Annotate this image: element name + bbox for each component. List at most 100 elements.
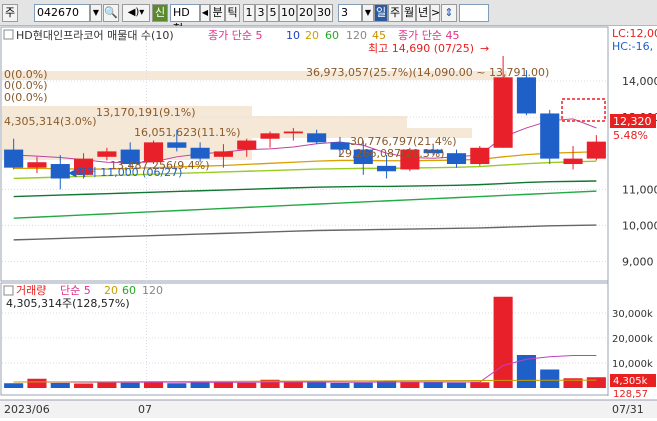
volume-bar <box>190 382 210 388</box>
tick-button[interactable]: 틱 <box>225 4 240 22</box>
candle-body <box>563 158 583 165</box>
x-axis-label-07: 07 <box>138 403 152 416</box>
ma-label-10: 10 <box>286 29 300 42</box>
price-tick-label: 14,000 <box>622 75 657 88</box>
volume-ma20-label: 20 <box>104 284 118 297</box>
x-axis-label-start: 2023/06 <box>4 403 50 416</box>
candle-body <box>237 140 257 150</box>
hc-label: HC:-16, <box>612 40 653 53</box>
volume-profile-label: 16,051,623(11.1%) <box>134 126 241 139</box>
period-1-button[interactable]: 1 <box>243 4 255 22</box>
volume-bar <box>493 296 513 388</box>
candle-body <box>50 164 70 179</box>
week-button[interactable]: 주 <box>388 4 402 22</box>
period-10-button[interactable]: 10 <box>279 4 297 22</box>
volume-bar <box>4 383 24 388</box>
volume-bar <box>237 382 257 388</box>
volume-profile-label: 36,973,057(25.7%)(14,090.00 ~ 13,791.00) <box>306 66 549 79</box>
volume-bar <box>353 382 373 388</box>
toolbar: 주 042670 ▼ 🔍 ◀)▾ 신 HD현 ◀ 분 틱 1 3 5 10 20… <box>0 0 657 35</box>
stock-name-field: HD현 <box>170 4 200 35</box>
volume-bar <box>167 383 187 388</box>
volume-bar <box>400 382 420 388</box>
ma-label: 종가 단순 5 <box>208 29 262 42</box>
volume-bar <box>516 355 536 388</box>
period-3-button[interactable]: 3 <box>255 4 267 22</box>
period-30-button[interactable]: 30 <box>315 4 333 22</box>
collapse-icon <box>3 29 14 40</box>
period-5-button[interactable]: 5 <box>267 4 279 22</box>
volume-tick-label: 20,000k <box>612 334 653 345</box>
volume-bar <box>27 378 47 388</box>
volume-profile-band <box>2 138 252 150</box>
volume-ma120-label: 120 <box>142 284 163 297</box>
ma-label-20: 20 <box>305 29 319 42</box>
candle-body <box>190 147 210 159</box>
next-arrow-icon[interactable]: > <box>430 4 440 22</box>
volume-value-label: 4,305,314주(128,57%) <box>6 297 130 310</box>
volume-bar <box>283 381 303 388</box>
search-icon[interactable]: 🔍 <box>103 4 119 22</box>
volume-bar <box>120 382 140 388</box>
month-button[interactable]: 월 <box>402 4 416 22</box>
code-input[interactable]: 042670 <box>34 4 90 22</box>
volume-ma60-label: 60 <box>122 284 136 297</box>
updown-icon[interactable]: ⇕ <box>441 4 457 22</box>
last-pct-label: 5.48% <box>613 129 648 142</box>
candle-body <box>283 131 303 134</box>
volume-bar <box>586 377 606 388</box>
ma-label-60: 60 <box>325 29 339 42</box>
market-select[interactable]: 주 <box>2 4 18 22</box>
minute-button[interactable]: 분 <box>210 4 225 22</box>
last-volume-label: 4,305k <box>613 376 648 387</box>
high-arrow-icon: → <box>480 42 489 55</box>
candle-body <box>27 162 47 168</box>
day-button[interactable]: 일 <box>374 4 388 22</box>
candle-body <box>516 77 536 114</box>
candle-body <box>260 133 280 139</box>
volume-tick-label: 30,000k <box>612 309 653 320</box>
chart-area[interactable]: 14,00013,00011,00010,0009,000 30,000k20,… <box>0 26 657 418</box>
speaker-icon[interactable]: ◀)▾ <box>122 4 150 22</box>
volume-collapse-icon <box>3 285 14 296</box>
candle-body <box>540 113 560 159</box>
volume-bar <box>74 383 94 388</box>
candle-body <box>213 151 233 157</box>
ma-label-2: 종가 단순 45 <box>398 29 459 42</box>
prev-arrow-icon[interactable]: ◀ <box>200 4 210 22</box>
ma-label-120: 120 <box>346 29 367 42</box>
price-tick-label: 9,000 <box>622 256 654 269</box>
chart-svg[interactable]: 14,00013,00011,00010,0009,000 30,000k20,… <box>0 26 657 418</box>
lc-label: LC:12,00 <box>612 27 657 40</box>
volume-bar <box>50 383 70 388</box>
candle-body <box>446 153 467 165</box>
volume-bar <box>330 383 350 388</box>
last-volume-pct: 128,57 <box>613 389 648 400</box>
volume-profile-label: 0(0.0%) <box>4 91 48 104</box>
volume-bar <box>213 382 233 388</box>
code-dropdown-icon[interactable]: ▼ <box>90 4 102 22</box>
candle-body <box>167 142 187 148</box>
interval-dropdown-icon[interactable]: ▼ <box>362 4 374 22</box>
volume-profile-label: 13,487,256(9.4%) <box>110 159 210 172</box>
price-panel-title: HD현대인프라코어 매물대 수(10) <box>16 29 174 42</box>
candle-body <box>97 151 117 157</box>
x-axis-bar <box>0 400 657 418</box>
x-axis-label-end: 07/31 <box>612 403 644 416</box>
volume-profile-label: 4,305,314(3.0%) <box>4 115 97 128</box>
volume-bar <box>97 382 117 388</box>
year-button[interactable]: 년 <box>416 4 430 22</box>
volume-bar <box>540 369 560 388</box>
volume-bar <box>470 382 490 388</box>
signal-button[interactable]: 신 <box>152 4 168 22</box>
candle-body <box>377 165 397 172</box>
ma-label-45: 45 <box>372 29 386 42</box>
period-20-button[interactable]: 20 <box>297 4 315 22</box>
volume-title: 거래량 <box>16 284 46 297</box>
candle-body <box>307 133 327 143</box>
blank-input[interactable] <box>459 4 489 22</box>
volume-ma5-label: 단순 5 <box>60 284 91 297</box>
high-annotation: 최고 14,690 (07/25) <box>368 42 474 55</box>
volume-tick-label: 10,000k <box>612 359 653 370</box>
interval-input[interactable]: 3 <box>338 4 362 22</box>
